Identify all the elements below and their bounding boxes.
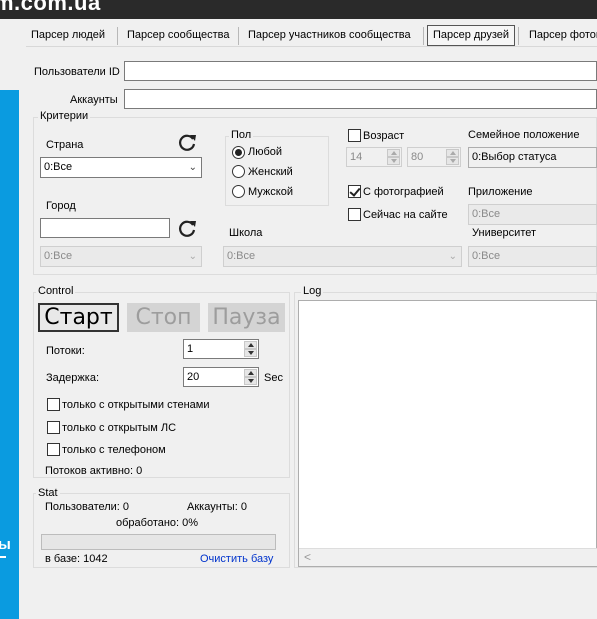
chevron-down-icon: ⌄ xyxy=(188,162,197,173)
pause-button[interactable]: Пауза xyxy=(208,303,285,332)
school-select-value: 0:Все xyxy=(227,250,256,262)
country-select[interactable]: 0:Все ⌄ xyxy=(40,157,202,178)
with-photo-label: С фотографией xyxy=(363,186,444,198)
spin-down-icon[interactable] xyxy=(244,377,257,385)
spin-up-icon[interactable] xyxy=(387,149,400,157)
gender-any-radio[interactable] xyxy=(232,146,245,159)
criteria-title: Критерии xyxy=(38,110,91,122)
stat-users: Пользователи: 0 xyxy=(45,501,130,513)
gender-female-label: Женский xyxy=(248,166,293,178)
age-label: Возраст xyxy=(363,130,405,142)
processed-progress-bar xyxy=(41,534,276,550)
delay-unit: Sec xyxy=(264,372,283,384)
gender-female-radio[interactable] xyxy=(232,165,245,178)
sidebar-label: ы xyxy=(0,536,11,553)
spin-up-icon[interactable] xyxy=(244,369,257,377)
app-label: Приложение xyxy=(468,186,533,198)
delay-label: Задержка: xyxy=(46,372,100,384)
tab-friends-parser[interactable]: Парсер друзей xyxy=(427,25,516,46)
family-status-select[interactable]: 0:Выбор статуса xyxy=(468,147,597,168)
city-label: Город xyxy=(46,200,76,212)
stat-accounts: Аккаунты: 0 xyxy=(187,501,247,513)
university-label: Университет xyxy=(472,227,537,239)
stat-processed: обработано: 0% xyxy=(116,517,199,529)
log-title: Log xyxy=(301,285,324,297)
gender-any-label: Любой xyxy=(248,146,283,158)
tab-community-members-parser[interactable]: Парсер участников сообщества xyxy=(239,25,420,46)
tab-separator xyxy=(518,27,519,45)
gender-male-label: Мужской xyxy=(248,186,293,198)
open-walls-label: только с открытыми стенами xyxy=(62,399,210,411)
with-photo-checkbox[interactable] xyxy=(348,185,361,198)
active-threads-text: Потоков активно: 0 xyxy=(45,465,143,477)
online-label: Сейчас на сайте xyxy=(363,209,448,221)
spin-up-icon[interactable] xyxy=(244,341,257,349)
chevron-down-icon: ⌄ xyxy=(188,251,197,262)
phone-checkbox[interactable] xyxy=(47,443,60,456)
online-checkbox[interactable] xyxy=(348,208,361,221)
family-status-label: Семейное положение xyxy=(468,129,580,141)
age-to-value: 80 xyxy=(411,151,424,163)
tab-panel-border xyxy=(26,46,597,47)
open-walls-checkbox[interactable] xyxy=(47,398,60,411)
log-horizontal-scrollbar[interactable]: < xyxy=(299,548,597,566)
users-id-label: Пользователи ID xyxy=(34,66,120,78)
city-select-value: 0:Все xyxy=(44,250,73,262)
accounts-label: Аккаунты xyxy=(70,94,118,106)
university-select-value: 0:Все xyxy=(472,250,501,262)
age-from-stepper[interactable]: 14 xyxy=(346,147,402,167)
age-checkbox[interactable] xyxy=(348,129,361,142)
clear-base-link[interactable]: Очистить базу xyxy=(200,553,273,565)
sidebar-underline xyxy=(0,556,6,558)
window-title-bar: m.com.ua xyxy=(0,0,597,19)
stat-title: Stat xyxy=(36,487,60,499)
country-select-value: 0:Все xyxy=(44,161,73,173)
spin-down-icon[interactable] xyxy=(244,349,257,357)
open-pm-checkbox[interactable] xyxy=(47,421,60,434)
gender-title: Пол xyxy=(229,129,254,141)
city-input[interactable] xyxy=(40,218,170,238)
city-select[interactable]: 0:Все ⌄ xyxy=(40,246,202,267)
tab-community-parser[interactable]: Парсер сообщества xyxy=(118,25,239,46)
log-textarea[interactable] xyxy=(298,300,597,567)
control-title: Control xyxy=(36,285,76,297)
school-select[interactable]: 0:Все ⌄ xyxy=(223,246,462,267)
app-select[interactable]: 0:Все xyxy=(468,204,597,225)
school-label: Школа xyxy=(229,227,263,239)
country-label: Страна xyxy=(46,139,84,151)
tab-separator xyxy=(423,27,424,45)
tab-photo-parser[interactable]: Парсер фотог xyxy=(520,25,597,46)
spin-down-icon[interactable] xyxy=(446,157,459,165)
stat-in-base: в базе: 1042 xyxy=(45,553,108,565)
refresh-city-icon[interactable] xyxy=(176,217,198,239)
users-id-input[interactable] xyxy=(124,61,597,81)
spin-up-icon[interactable] xyxy=(446,149,459,157)
scroll-left-icon[interactable]: < xyxy=(304,550,311,564)
delay-value: 20 xyxy=(187,371,200,383)
threads-value: 1 xyxy=(187,343,194,355)
chevron-down-icon: ⌄ xyxy=(448,251,457,262)
age-to-stepper[interactable]: 80 xyxy=(407,147,461,167)
app-title: m.com.ua xyxy=(0,0,101,15)
spin-down-icon[interactable] xyxy=(387,157,400,165)
accounts-input[interactable] xyxy=(124,89,597,109)
tab-people-parser[interactable]: Парсер людей xyxy=(22,25,114,46)
delay-stepper[interactable]: 20 xyxy=(183,367,259,387)
age-from-value: 14 xyxy=(350,151,363,163)
gender-male-radio[interactable] xyxy=(232,185,245,198)
threads-label: Потоки: xyxy=(46,345,85,357)
university-select[interactable]: 0:Все xyxy=(468,246,597,267)
start-button[interactable]: Старт xyxy=(38,303,119,332)
open-pm-label: только с открытым ЛС xyxy=(62,422,177,434)
threads-stepper[interactable]: 1 xyxy=(183,339,259,359)
app-select-value: 0:Все xyxy=(472,208,501,220)
refresh-country-icon[interactable] xyxy=(176,131,198,153)
stop-button[interactable]: Стоп xyxy=(127,303,200,332)
family-status-value: 0:Выбор статуса xyxy=(472,151,557,163)
phone-label: только с телефоном xyxy=(62,444,166,456)
